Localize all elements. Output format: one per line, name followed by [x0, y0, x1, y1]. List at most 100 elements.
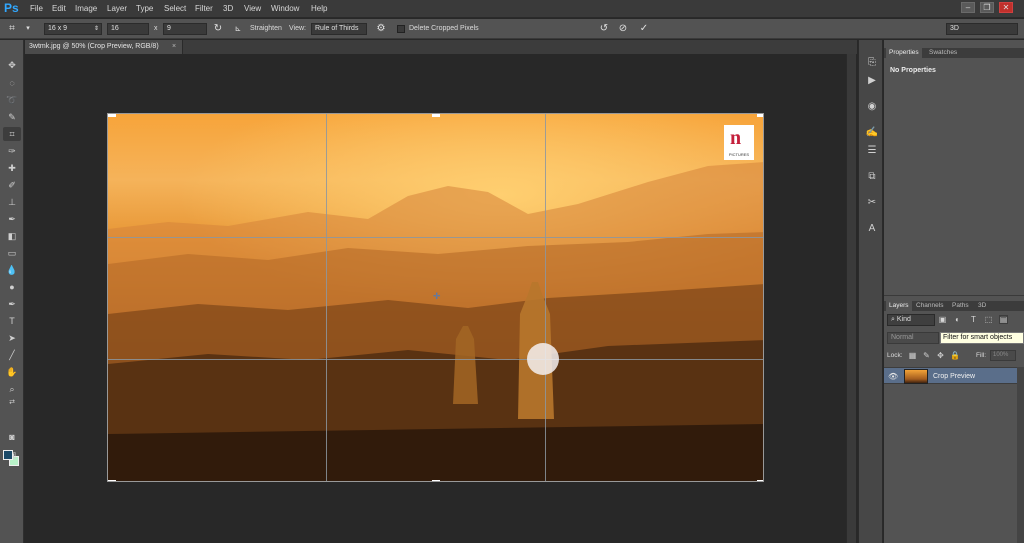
cancel-icon[interactable]: ⊘: [617, 23, 629, 35]
tab-layers[interactable]: Layers: [886, 301, 912, 311]
layers-scrollbar[interactable]: [1017, 367, 1024, 543]
document-tab[interactable]: 3wtmk.jpg @ 50% (Crop Preview, RGB/8) ×: [25, 40, 183, 54]
blend-mode-select[interactable]: Normal: [887, 332, 939, 344]
smart-object-filter-icon[interactable]: ▤: [999, 315, 1008, 324]
eraser-tool-icon[interactable]: ◧: [3, 229, 21, 243]
workspace-select[interactable]: 3D: [946, 23, 1018, 35]
ratio-select[interactable]: 16 x 9 ⇕: [44, 23, 102, 35]
eyedropper-tool-icon[interactable]: ✑: [3, 144, 21, 158]
tab-swatches[interactable]: Swatches: [926, 48, 960, 58]
pen-tool-icon[interactable]: ✒: [3, 297, 21, 311]
menu-layer[interactable]: Layer: [107, 4, 127, 13]
fill-field[interactable]: 100%: [990, 350, 1016, 361]
straighten-label[interactable]: Straighten: [250, 25, 282, 32]
crop-handle[interactable]: [432, 480, 440, 481]
document-tab-bar: 3wtmk.jpg @ 50% (Crop Preview, RGB/8) ×: [25, 40, 857, 54]
brush-tool-icon[interactable]: ✐: [3, 178, 21, 192]
crop-handle[interactable]: [108, 114, 116, 117]
menu-filter[interactable]: Filter: [195, 4, 213, 13]
quick-mask-icon[interactable]: ◙: [3, 430, 21, 444]
crop-handle[interactable]: [432, 114, 440, 117]
thirds-grid-line: [545, 114, 546, 481]
crop-handle[interactable]: [108, 480, 116, 481]
move-tool-icon[interactable]: ✥: [3, 58, 21, 72]
actions-panel-icon[interactable]: ▶: [864, 74, 880, 88]
eye-icon[interactable]: 👁: [888, 372, 898, 381]
clone-source-panel-icon[interactable]: ⧉: [864, 170, 880, 184]
line-tool-icon[interactable]: ╱: [3, 348, 21, 362]
character-panel-icon[interactable]: A: [864, 222, 880, 236]
watermark-text: PICTURES: [728, 152, 750, 157]
lock-position-icon[interactable]: ✥: [936, 351, 945, 360]
blur-tool-icon[interactable]: 💧: [3, 263, 21, 277]
right-panels: Properties Swatches No Properties Layers…: [884, 40, 1024, 543]
lock-transparent-icon[interactable]: ▦: [908, 351, 917, 360]
tab-properties[interactable]: Properties: [886, 48, 922, 58]
close-button[interactable]: ✕: [999, 2, 1013, 13]
type-tool-icon[interactable]: T: [3, 314, 21, 328]
crop-handle[interactable]: [757, 114, 763, 117]
crop-tool-preset-icon[interactable]: ⌗: [6, 23, 18, 35]
layer-filter-kind-select[interactable]: ⌕ Kind: [887, 314, 935, 326]
delete-cropped-checkbox[interactable]: [397, 25, 405, 33]
pixel-filter-icon[interactable]: ▣: [938, 315, 947, 324]
tool-presets-panel-icon[interactable]: ✂: [864, 196, 880, 210]
marquee-tool-icon[interactable]: ◌: [3, 76, 21, 90]
adjustments-panel-icon[interactable]: ☰: [864, 144, 880, 158]
foreground-color-swatch[interactable]: [3, 450, 13, 460]
menu-3d[interactable]: 3D: [223, 4, 233, 13]
adjustment-filter-icon[interactable]: ◐: [953, 315, 962, 324]
menu-help[interactable]: Help: [311, 4, 327, 13]
brush-panel-icon[interactable]: ✍: [864, 126, 880, 140]
gradient-tool-icon[interactable]: ▭: [3, 246, 21, 260]
crop-handle[interactable]: [757, 480, 763, 481]
lock-pixels-icon[interactable]: ✎: [922, 351, 931, 360]
history-brush-tool-icon[interactable]: ✒: [3, 212, 21, 226]
layer-row[interactable]: 👁 Crop Preview: [884, 367, 1017, 384]
reset-icon[interactable]: ↺: [598, 23, 610, 35]
path-selection-tool-icon[interactable]: ➤: [3, 331, 21, 345]
3d-panel-icon[interactable]: ◉: [864, 100, 880, 114]
tab-paths[interactable]: Paths: [949, 301, 972, 311]
crop-height-field[interactable]: 9: [163, 23, 207, 35]
layer-filter-kind-value: Kind: [896, 316, 911, 323]
restore-button[interactable]: ❐: [980, 2, 994, 13]
tab-channels[interactable]: Channels: [913, 301, 946, 311]
lock-all-icon[interactable]: 🔒: [950, 351, 960, 360]
gear-icon[interactable]: ⚙: [375, 23, 387, 35]
crop-tool-icon[interactable]: ⌗: [3, 127, 21, 141]
tab-3d[interactable]: 3D: [975, 301, 989, 311]
minimize-button[interactable]: –: [961, 2, 975, 13]
quick-select-tool-icon[interactable]: ✎: [3, 110, 21, 124]
hand-tool-icon[interactable]: ✋: [3, 365, 21, 379]
crop-preview-image[interactable]: ✛ n PICTURES: [107, 113, 764, 482]
crop-width-field[interactable]: 16: [107, 23, 149, 35]
delete-cropped-label[interactable]: Delete Cropped Pixels: [409, 25, 479, 32]
dodge-tool-icon[interactable]: ●: [3, 280, 21, 294]
type-filter-icon[interactable]: T: [969, 315, 978, 324]
overlay-view-select[interactable]: Rule of Thirds: [311, 23, 367, 35]
chevron-down-icon[interactable]: ▾: [22, 23, 34, 35]
close-icon[interactable]: ×: [172, 43, 176, 50]
menu-file[interactable]: File: [30, 4, 43, 13]
menu-select[interactable]: Select: [164, 4, 186, 13]
swap-dimensions-icon[interactable]: ↻: [212, 23, 224, 35]
watermark-logo: n PICTURES: [724, 125, 754, 160]
menu-view[interactable]: View: [244, 4, 261, 13]
commit-check-icon[interactable]: ✓: [638, 23, 650, 35]
history-panel-icon[interactable]: ⎘: [864, 56, 880, 70]
layer-name[interactable]: Crop Preview: [933, 373, 975, 380]
zoom-tool-icon[interactable]: ⌕: [3, 382, 21, 396]
menu-edit[interactable]: Edit: [52, 4, 66, 13]
canvas-scrollbar[interactable]: [846, 54, 856, 543]
healing-brush-tool-icon[interactable]: ✚: [3, 161, 21, 175]
clone-stamp-tool-icon[interactable]: ⊥: [3, 195, 21, 209]
straighten-icon[interactable]: ⊾: [232, 23, 244, 35]
shape-filter-icon[interactable]: ⬚: [984, 315, 993, 324]
menu-type[interactable]: Type: [136, 4, 153, 13]
lasso-tool-icon[interactable]: ➰: [3, 93, 21, 107]
menu-image[interactable]: Image: [75, 4, 97, 13]
options-bar: ⌗ ▾ 16 x 9 ⇕ 16 x 9 ↻ ⊾ Straighten View: …: [0, 19, 1024, 39]
menu-window[interactable]: Window: [271, 4, 299, 13]
default-colors-icon[interactable]: ⇄: [3, 396, 21, 410]
